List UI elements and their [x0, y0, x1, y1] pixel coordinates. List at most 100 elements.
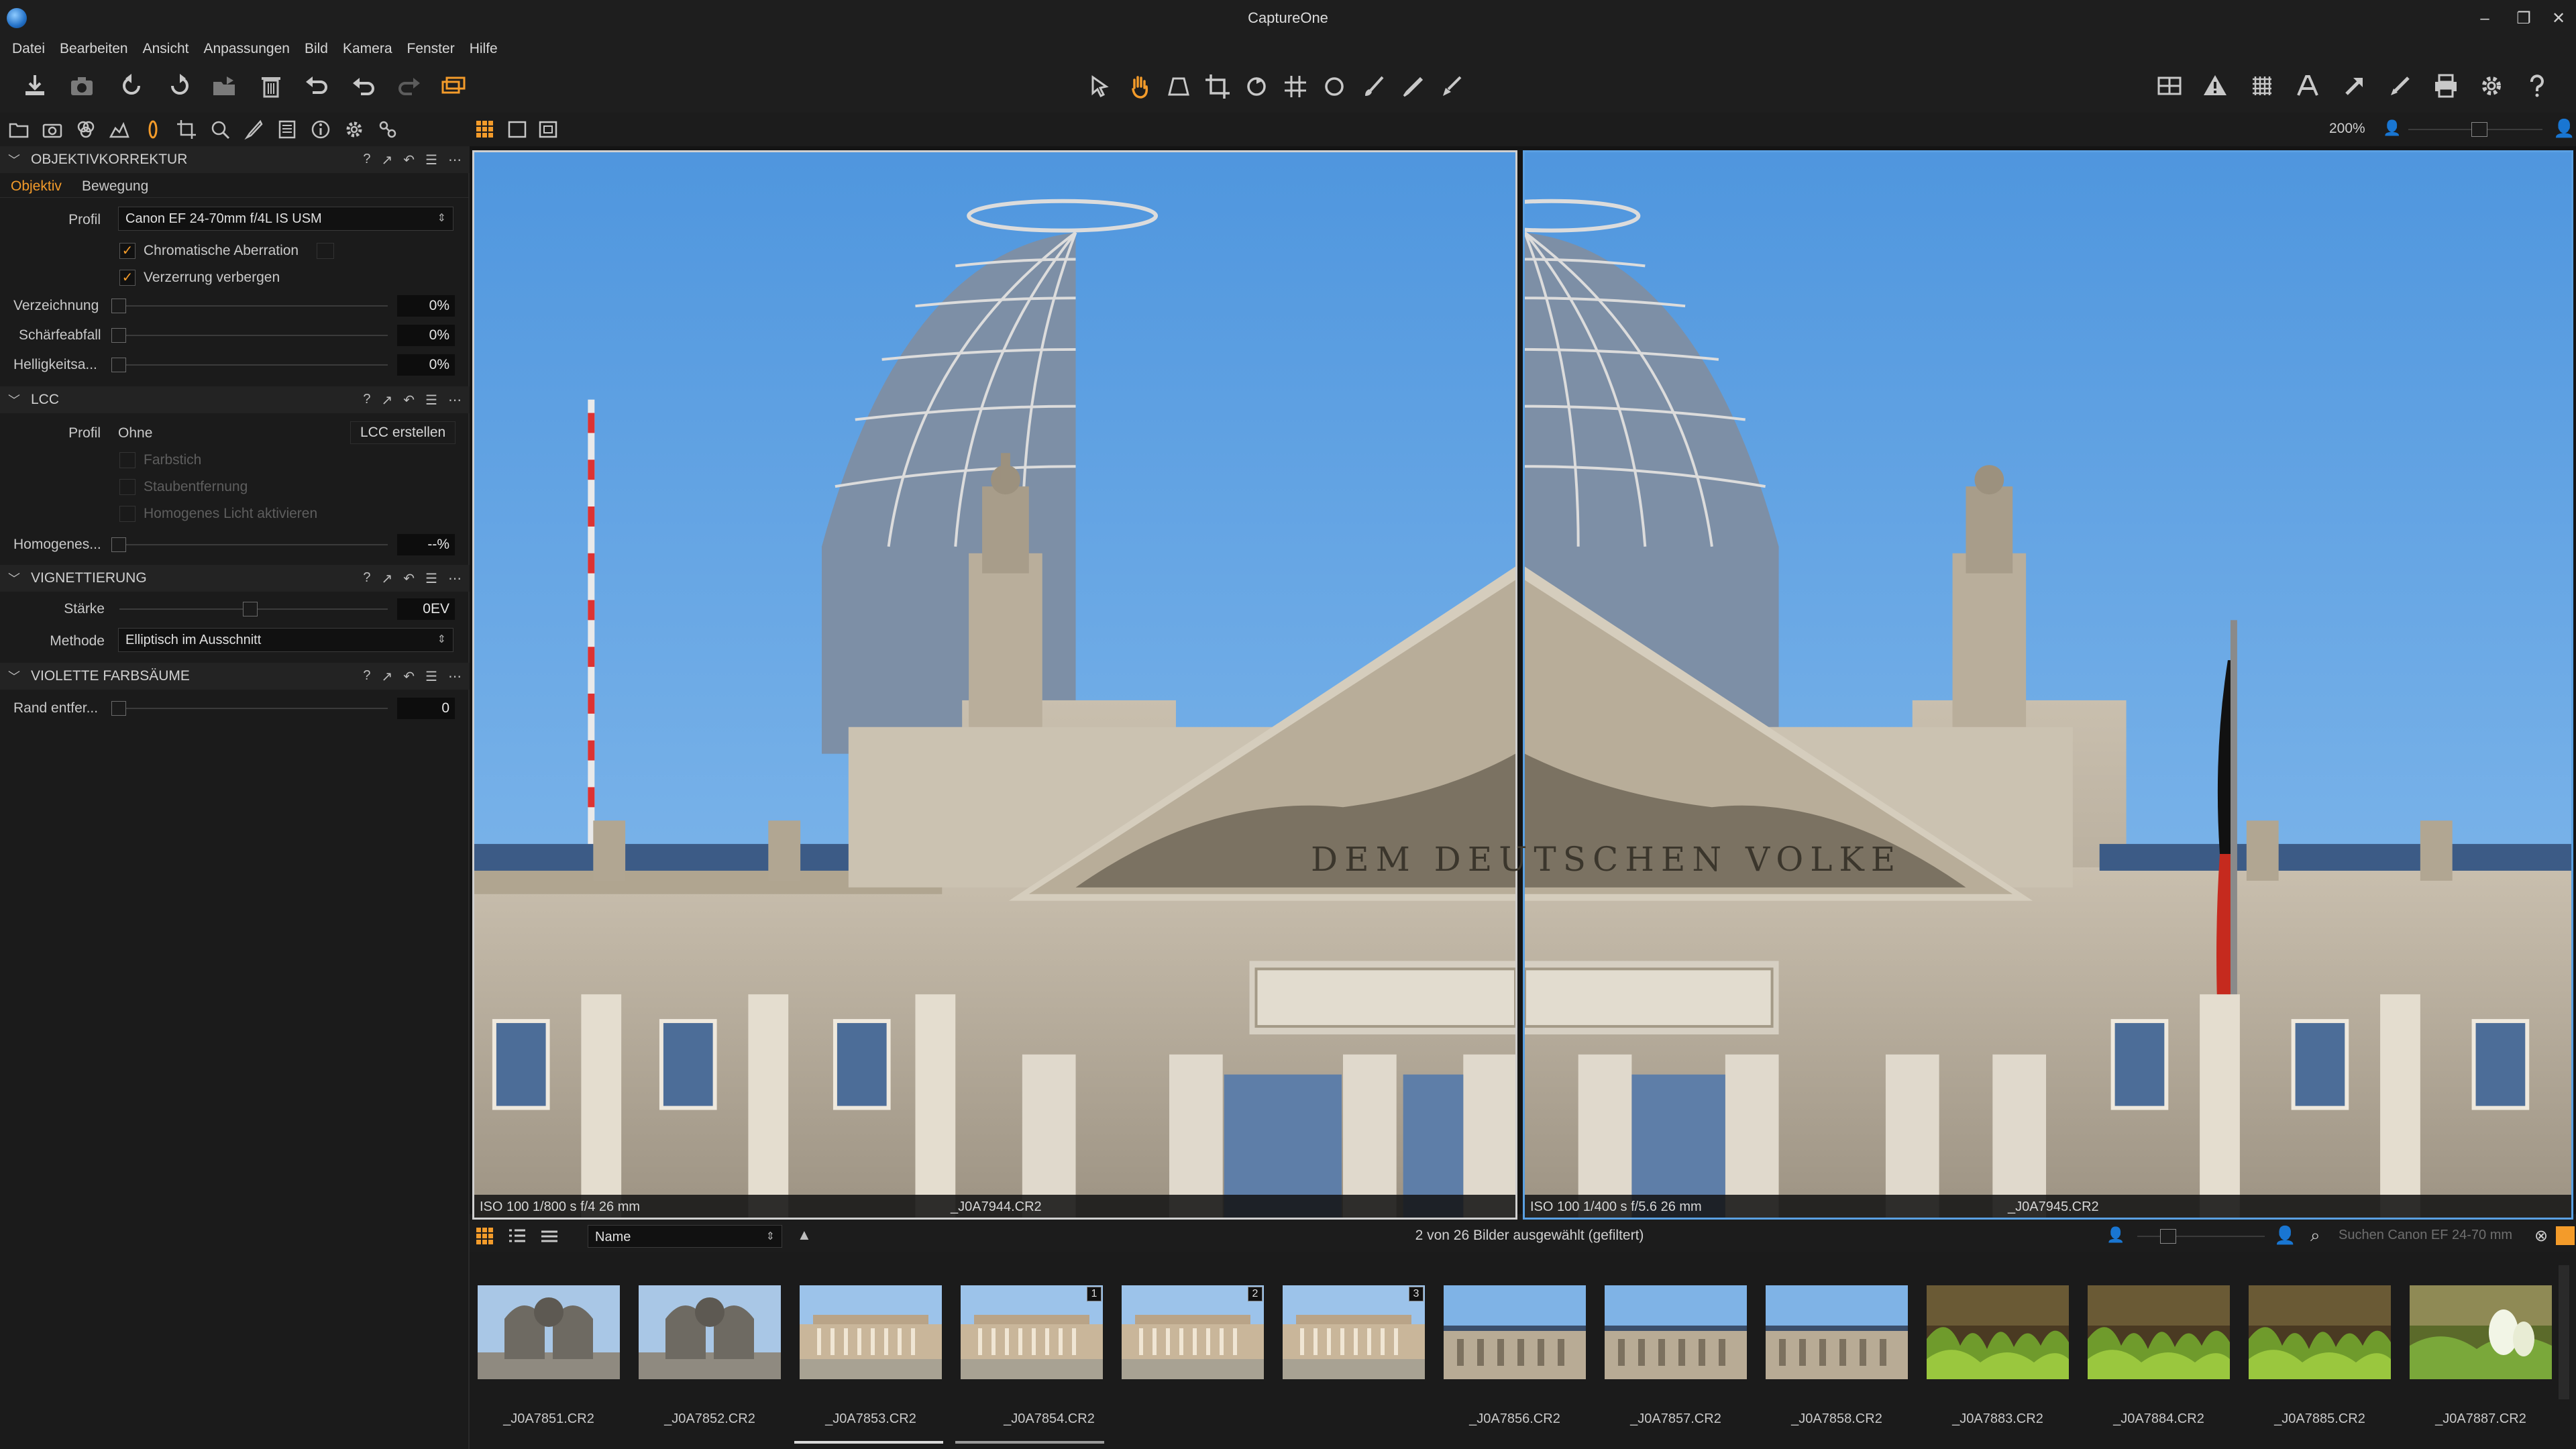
lens-profile-select[interactable]: Canon EF 24-70mm f/4L IS USM ⇕ [118, 207, 453, 231]
hide-distortion-checkbox[interactable]: ✓ [119, 270, 136, 286]
crop-icon[interactable] [1203, 72, 1232, 101]
crop-tab-icon[interactable] [174, 117, 199, 142]
thumbnail-_J0A7883.CR2[interactable] [1927, 1285, 2069, 1379]
thumb-size-slider-knob[interactable] [2160, 1229, 2176, 1244]
single-view-icon[interactable] [507, 119, 527, 140]
menu-anpassungen[interactable]: Anpassungen [203, 41, 289, 57]
section-header-vignettierung[interactable]: ﹀ VIGNETTIERUNG ? ↗ ↶ ☰ ⋯ [0, 565, 470, 592]
section-header-objektivkorrektur[interactable]: ﹀ OBJEKTIVKORREKTUR ? ↗ ↶ ☰ ⋯ [0, 146, 470, 173]
settings-icon[interactable] [2477, 71, 2506, 101]
clear-search-icon[interactable]: ⊗ [2534, 1226, 2548, 1246]
capture-icon[interactable] [40, 117, 64, 142]
slider-track[interactable] [113, 305, 388, 307]
presets-icon[interactable]: ☰ [425, 570, 437, 587]
minimize-button[interactable]: – [2465, 7, 2505, 31]
apply-adjustments-icon[interactable] [2385, 71, 2415, 101]
undo-history-icon[interactable] [302, 71, 331, 101]
metadata-icon[interactable] [275, 117, 299, 142]
menu-bearbeiten[interactable]: Bearbeiten [60, 41, 128, 57]
select-cursor-icon[interactable] [1087, 72, 1115, 101]
presets-icon[interactable]: ☰ [425, 152, 437, 168]
more-icon[interactable]: ⋯ [448, 570, 462, 587]
thumbnail-_J0A7884.CR2[interactable] [2088, 1285, 2230, 1379]
thumb-size-slider-track[interactable] [2137, 1236, 2265, 1237]
hand-pan-icon[interactable] [1126, 72, 1154, 101]
slider-track[interactable] [113, 364, 388, 366]
more-icon[interactable]: ⋯ [448, 392, 462, 409]
thumbnail-_J0A7851.CR2[interactable] [478, 1285, 620, 1379]
slider-value[interactable]: 0% [397, 295, 455, 317]
more-icon[interactable]: ⋯ [448, 668, 462, 685]
menu-hilfe[interactable]: Hilfe [470, 41, 498, 57]
presets-icon[interactable]: ☰ [425, 668, 437, 685]
photo-left[interactable]: ISO 100 1/800 s f/4 26 mm _J0A7944.CR2 [472, 150, 1517, 1220]
section-header-violette[interactable]: ﹀ VIOLETTE FARBSÄUME ? ↗ ↶ ☰ ⋯ [0, 663, 470, 690]
thumbnail-variant-4[interactable]: 2 [1122, 1285, 1264, 1379]
slider-knob[interactable] [111, 358, 126, 372]
circle-mask-icon[interactable] [1320, 72, 1348, 101]
thumbnail-_J0A7885.CR2[interactable] [2249, 1285, 2391, 1379]
reset-icon[interactable]: ↶ [403, 668, 415, 685]
sort-select[interactable]: Name ⇕ [588, 1225, 782, 1248]
slider-track[interactable] [113, 544, 388, 545]
camera-icon[interactable] [67, 71, 97, 101]
slider-knob[interactable] [111, 537, 126, 552]
slider-value[interactable]: 0% [397, 354, 455, 376]
filmstrip-view-icon[interactable] [539, 1226, 559, 1246]
filter-icon[interactable] [2556, 1226, 2575, 1245]
slider-knob[interactable] [111, 299, 126, 313]
staub-checkbox[interactable] [119, 479, 136, 495]
thumbnail-_J0A7887.CR2[interactable] [2410, 1285, 2552, 1379]
slider-track[interactable] [113, 708, 388, 709]
thumbnail-variant-5[interactable]: 3 [1283, 1285, 1425, 1379]
picker-icon[interactable] [1398, 72, 1426, 101]
lcc-create-button[interactable]: LCC erstellen [350, 421, 456, 444]
list-view-icon[interactable] [507, 1226, 527, 1246]
help-icon[interactable]: ? [363, 152, 370, 168]
help-icon[interactable] [2522, 71, 2552, 101]
help-icon[interactable]: ? [363, 668, 370, 685]
slider-value[interactable]: --% [397, 534, 455, 555]
chromatic-aberration-options[interactable] [317, 243, 334, 259]
thumbnail-_J0A7852.CR2[interactable] [639, 1285, 781, 1379]
presets-icon[interactable]: ☰ [425, 392, 437, 409]
undo-icon[interactable] [349, 71, 378, 101]
copy-adjustments-icon[interactable] [2340, 71, 2369, 101]
rotate-right-icon[interactable] [164, 71, 194, 101]
info-icon[interactable] [309, 117, 333, 142]
process-icon[interactable] [439, 71, 468, 101]
brush-icon[interactable] [1359, 72, 1387, 101]
browser-scrollbar[interactable] [2559, 1265, 2569, 1399]
menu-ansicht[interactable]: Ansicht [143, 41, 189, 57]
menu-bild[interactable]: Bild [305, 41, 328, 57]
copy-icon[interactable]: ↗ [382, 152, 393, 168]
thumbnail-_J0A7856.CR2[interactable] [1444, 1285, 1586, 1379]
eraser-icon[interactable] [1437, 72, 1465, 101]
help-icon[interactable]: ? [363, 392, 370, 409]
sort-direction-icon[interactable]: ▲ [797, 1226, 812, 1244]
image-viewer[interactable]: ISO 100 1/800 s f/4 26 mm _J0A7944.CR2 I… [470, 146, 2576, 1220]
thumbnail-_J0A7854.CR2[interactable]: 1 [961, 1285, 1103, 1379]
adjust-icon[interactable] [241, 117, 266, 142]
slider-value[interactable]: 0% [397, 325, 455, 346]
slider-track[interactable] [113, 335, 388, 336]
slider-knob[interactable] [111, 328, 126, 343]
redo-icon[interactable] [394, 71, 424, 101]
section-header-lcc[interactable]: ﹀ LCC ? ↗ ↶ ☰ ⋯ [0, 386, 470, 413]
keystone-icon[interactable] [1165, 72, 1193, 101]
reset-icon[interactable]: ↶ [403, 152, 415, 168]
chromatic-aberration-checkbox[interactable]: ✓ [119, 243, 136, 259]
print-icon[interactable] [2431, 71, 2461, 101]
zoom-slider-knob[interactable] [2471, 122, 2487, 137]
batch-icon[interactable] [376, 117, 400, 142]
photo-right[interactable]: ISO 100 1/400 s f/5.6 26 mm _J0A7945.CR2 [1523, 150, 2573, 1220]
slider-knob[interactable] [111, 701, 126, 716]
library-icon[interactable] [7, 117, 31, 142]
search-input[interactable]: Suchen Canon EF 24-70 mm [2339, 1228, 2533, 1243]
menu-kamera[interactable]: Kamera [343, 41, 392, 57]
tab-bewegung[interactable]: Bewegung [82, 178, 148, 195]
exposure-icon[interactable] [107, 117, 131, 142]
viewer-layout-icon[interactable] [2155, 71, 2184, 101]
focus-icon[interactable] [208, 117, 232, 142]
search-icon[interactable]: ⌕ [2310, 1225, 2320, 1246]
